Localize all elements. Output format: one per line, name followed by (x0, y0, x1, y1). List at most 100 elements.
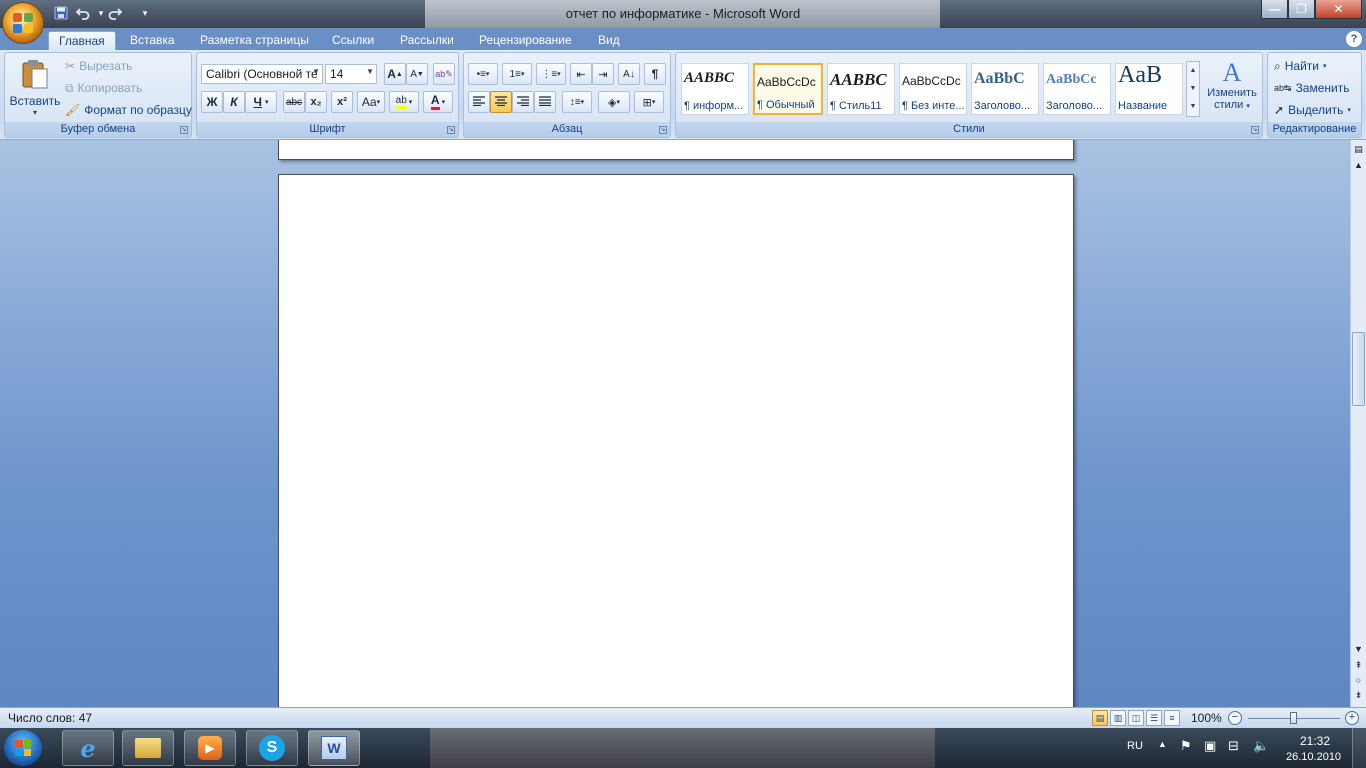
scrollbar-thumb[interactable] (1352, 332, 1365, 406)
tab-page-layout[interactable]: Разметка страницы (190, 31, 319, 51)
previous-page[interactable] (278, 140, 1074, 160)
outline-view-icon[interactable]: ☰ (1146, 710, 1162, 726)
show-marks-button[interactable]: ¶ (644, 63, 666, 85)
copy-button[interactable]: ⧉ Копировать (65, 78, 142, 98)
increase-indent-button[interactable]: ⇥ (592, 63, 614, 85)
next-page-icon[interactable]: ⇟ (1352, 688, 1365, 702)
scroll-down-icon[interactable]: ▼ (1352, 642, 1365, 656)
line-spacing-button[interactable]: ↕≡ ▾ (562, 91, 592, 113)
word-count[interactable]: Число слов: 47 (8, 711, 92, 725)
save-icon[interactable] (52, 4, 70, 22)
highlight-button[interactable]: ab ▾ (389, 91, 419, 113)
paste-button[interactable]: Вставить ▾ (9, 57, 61, 119)
clipboard-launcher-icon[interactable]: ↘ (180, 126, 188, 134)
style-tile-inform[interactable]: AABBC ¶ информ... (681, 63, 749, 115)
clear-format-button[interactable]: ab✎ (433, 63, 455, 85)
tab-mailings[interactable]: Рассылки (390, 31, 464, 51)
draft-view-icon[interactable]: ≡ (1164, 710, 1180, 726)
italic-button[interactable]: К (223, 91, 245, 113)
tab-references[interactable]: Ссылки (322, 31, 384, 51)
zoom-in-icon[interactable]: + (1345, 711, 1359, 725)
borders-button[interactable]: ⊞ ▾ (634, 91, 664, 113)
print-layout-view-icon[interactable]: ▤ (1092, 710, 1108, 726)
tab-insert[interactable]: Вставка (120, 31, 185, 51)
style-tile-heading2[interactable]: AaBbCc Заголово... (1043, 63, 1111, 115)
style-tile-title[interactable]: AaB Название (1115, 63, 1183, 115)
maximize-button[interactable]: ❐ (1288, 0, 1315, 19)
tab-review[interactable]: Рецензирование (469, 31, 582, 51)
grow-font-button[interactable]: A ▲ (384, 63, 406, 85)
align-left-button[interactable] (468, 91, 490, 113)
cut-button[interactable]: ✂ Вырезать (65, 56, 132, 76)
font-color-button[interactable]: A ▾ (423, 91, 453, 113)
bullets-button[interactable]: •≡ ▾ (468, 63, 498, 85)
style-tile-heading1[interactable]: AaBbC Заголово... (971, 63, 1039, 115)
language-indicator[interactable]: RU (1127, 740, 1143, 752)
action-center-flag-icon[interactable]: ⚑ (1180, 738, 1192, 754)
clock-date[interactable]: 26.10.2010 (1286, 751, 1341, 763)
multilevel-list-button[interactable]: ⋮≡ ▾ (536, 63, 566, 85)
chevron-down-icon[interactable]: ▼ (1187, 80, 1199, 98)
network-icon[interactable]: ⊟ (1228, 738, 1239, 754)
styles-gallery-scroll[interactable]: ▲ ▼ ▼ (1186, 61, 1200, 117)
show-desktop-button[interactable] (1352, 728, 1366, 768)
paste-dropdown-icon[interactable]: ▾ (9, 108, 61, 117)
document-area[interactable] (0, 140, 1350, 707)
bold-button[interactable]: Ж (201, 91, 223, 113)
help-icon[interactable]: ? (1346, 31, 1362, 47)
gallery-more-icon[interactable]: ▼ (1187, 98, 1199, 116)
full-screen-reading-icon[interactable]: ▥ (1110, 710, 1126, 726)
device-icon[interactable]: ▣ (1204, 738, 1216, 754)
strikethrough-button[interactable]: abc (283, 91, 305, 113)
underline-button[interactable]: Ч ▾ (245, 91, 277, 113)
ruler-toggle-icon[interactable]: ▤ (1352, 142, 1365, 156)
font-launcher-icon[interactable]: ↘ (447, 126, 455, 134)
zoom-out-icon[interactable]: − (1228, 711, 1242, 725)
style-tile-normal[interactable]: AaBbCcDc ¶ Обычный (753, 63, 823, 115)
style-tile-no-spacing[interactable]: AaBbCcDc ¶ Без инте... (899, 63, 967, 115)
taskbar-explorer[interactable] (122, 730, 174, 766)
subscript-button[interactable]: x₂ (305, 91, 327, 113)
select-browse-object-icon[interactable]: ○ (1352, 673, 1365, 687)
start-button[interactable] (4, 730, 42, 766)
sort-button[interactable]: А↓ (618, 63, 640, 85)
customize-qat-icon[interactable]: ▾ (136, 4, 154, 22)
show-hidden-icons-icon[interactable]: ▲ (1158, 739, 1167, 749)
style-tile-style11[interactable]: AABBC ¶ Стиль11 (827, 63, 895, 115)
redo-icon[interactable] (106, 4, 124, 22)
format-painter-button[interactable]: 🖌 Формат по образцу (65, 100, 192, 120)
taskbar-media-player[interactable]: ▶ (184, 730, 236, 766)
shrink-font-button[interactable]: A ▼ (406, 63, 428, 85)
tab-view[interactable]: Вид (588, 31, 630, 51)
clock-time[interactable]: 21:32 (1300, 734, 1330, 748)
web-layout-icon[interactable]: ◫ (1128, 710, 1144, 726)
volume-icon[interactable]: 🔈 (1253, 738, 1269, 754)
minimize-button[interactable]: — (1261, 0, 1288, 19)
select-button[interactable]: ➚ Выделить ▾ (1274, 100, 1351, 120)
zoom-slider-thumb[interactable] (1290, 712, 1297, 724)
chevron-up-icon[interactable]: ▲ (1187, 62, 1199, 80)
scroll-up-icon[interactable]: ▲ (1352, 158, 1365, 172)
tab-home[interactable]: Главная (48, 31, 116, 51)
change-styles-button[interactable]: A Изменить стили ▾ (1204, 59, 1260, 121)
justify-button[interactable] (534, 91, 556, 113)
font-size-combo[interactable]: 14 ▼ (325, 64, 377, 84)
taskbar-word[interactable]: W (308, 730, 360, 766)
shading-button[interactable]: ◈ ▾ (598, 91, 630, 113)
document-page[interactable] (278, 174, 1074, 707)
change-case-button[interactable]: Aa ▾ (357, 91, 385, 113)
close-button[interactable]: ✕ (1315, 0, 1362, 19)
find-button[interactable]: ⌕ Найти ▾ (1274, 56, 1327, 76)
undo-icon[interactable] (74, 4, 92, 22)
font-name-combo[interactable]: Calibri (Основной те ▼ (201, 64, 323, 84)
numbering-button[interactable]: 1≡ ▾ (502, 63, 532, 85)
vertical-scrollbar[interactable]: ▤ ▲ ▼ ⇞ ○ ⇟ (1350, 140, 1366, 707)
align-center-button[interactable] (490, 91, 512, 113)
replace-button[interactable]: ab↹ Заменить (1274, 78, 1350, 98)
decrease-indent-button[interactable]: ⇤ (570, 63, 592, 85)
superscript-button[interactable]: x² (331, 91, 353, 113)
zoom-level[interactable]: 100% (1191, 711, 1222, 725)
styles-launcher-icon[interactable]: ↘ (1251, 126, 1259, 134)
taskbar-skype[interactable]: S (246, 730, 298, 766)
previous-page-icon[interactable]: ⇞ (1352, 658, 1365, 672)
